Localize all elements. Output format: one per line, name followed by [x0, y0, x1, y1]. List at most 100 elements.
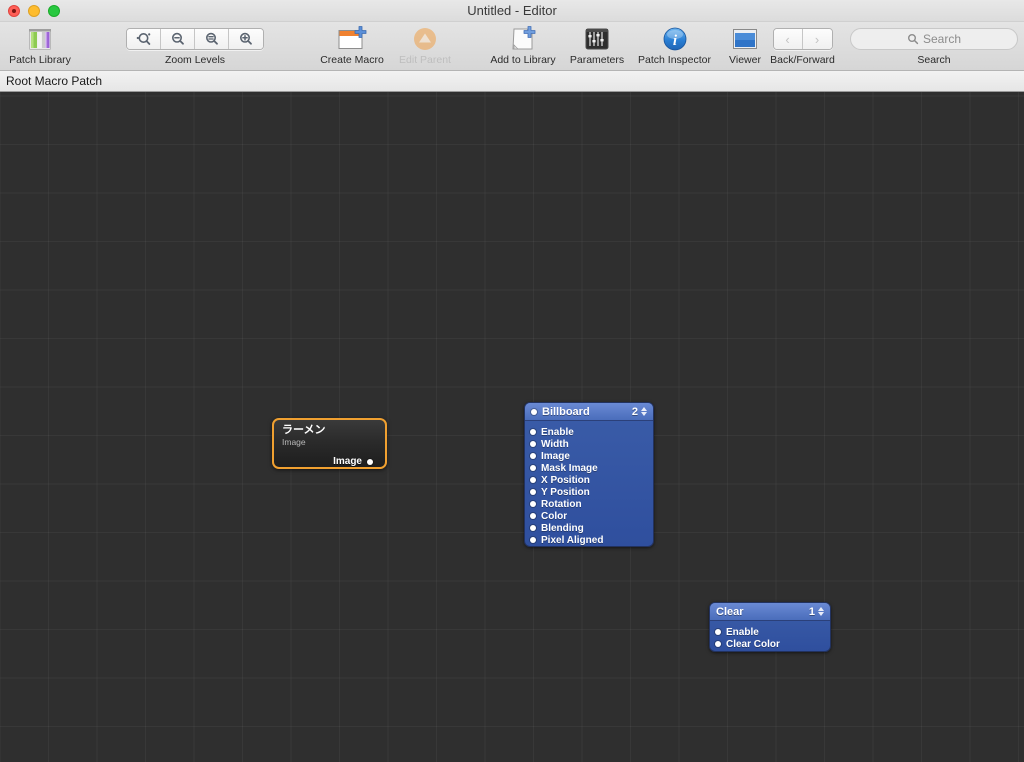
search-field-wrapper: Search	[850, 24, 1018, 54]
search-icon	[907, 34, 919, 45]
input-port-label: Width	[541, 438, 569, 450]
patch-billboard-input-ports: Enable Width Image Mask Image X Position	[525, 421, 653, 546]
patch-billboard-header[interactable]: Billboard 2	[525, 403, 653, 421]
input-port-label: Pixel Aligned	[541, 534, 604, 546]
input-port-row[interactable]: Blending	[525, 522, 653, 534]
toolbar-label-back-forward: Back/Forward	[770, 54, 835, 66]
chevron-left-icon: ‹	[785, 31, 790, 47]
input-port-row[interactable]: Width	[525, 438, 653, 450]
input-port-row[interactable]: Enable	[525, 426, 653, 438]
breadcrumb[interactable]: Root Macro Patch	[0, 71, 1024, 92]
input-port-dot[interactable]	[530, 465, 536, 471]
output-port-dot[interactable]	[367, 458, 373, 465]
patch-clear-header[interactable]: Clear 1	[710, 603, 830, 621]
input-port-dot[interactable]	[530, 489, 536, 495]
toolbar-label-search: Search	[917, 54, 951, 66]
toolbar-item-search: Search Search	[848, 22, 1020, 71]
toolbar-item-edit-parent: Edit Parent	[392, 22, 458, 71]
chevron-right-icon: ›	[814, 31, 820, 47]
patch-ramen-subtitle: Image	[282, 437, 306, 447]
toolbar-label-patch-inspector: Patch Inspector	[638, 54, 711, 66]
input-port-dot[interactable]	[530, 477, 536, 483]
patch-billboard-count: 2	[631, 405, 638, 418]
zoom-group-icon	[126, 24, 264, 54]
page-plus-icon	[508, 24, 538, 54]
zoom-out-button[interactable]	[161, 29, 195, 49]
books-icon	[25, 24, 55, 54]
window-title: Untitled - Editor	[467, 3, 557, 18]
toolbar-item-back-forward: ‹ › Back/Forward	[765, 22, 840, 71]
input-port-dot[interactable]	[530, 429, 536, 435]
toolbar-label-patch-library: Patch Library	[9, 54, 71, 66]
search-placeholder: Search	[922, 32, 962, 46]
back-forward-segmented-control[interactable]: ‹ ›	[772, 28, 833, 50]
patch-billboard-title: Billboard	[542, 405, 590, 418]
toolbar-label-zoom-levels: Zoom Levels	[164, 54, 226, 66]
patch-ramen[interactable]: ラーメン Image Image	[272, 418, 387, 469]
editor-window: Untitled - Editor Patch Library Zoom Lev…	[0, 0, 1024, 762]
patch-clear-input-ports: Enable Clear Color	[710, 621, 830, 651]
patch-clear-count: 1	[808, 605, 815, 618]
input-port-row[interactable]: Y Position	[525, 486, 653, 498]
zoom-in-button[interactable]	[229, 29, 263, 49]
toolbar-item-patch-inspector[interactable]: i Patch Inspector	[628, 22, 721, 71]
search-input[interactable]: Search	[850, 28, 1018, 50]
back-button[interactable]: ‹	[773, 29, 803, 49]
input-port-dot[interactable]	[530, 453, 536, 459]
patch-clear-stepper[interactable]	[818, 607, 824, 616]
input-port-dot[interactable]	[530, 513, 536, 519]
zoom-segmented-control[interactable]	[126, 28, 264, 50]
input-port-label: X Position	[541, 474, 590, 486]
input-port-row[interactable]: Pixel Aligned	[525, 534, 653, 546]
zoom-to-fit-button[interactable]	[127, 29, 161, 49]
input-port-label: Enable	[541, 426, 574, 438]
sliders-icon	[583, 24, 611, 54]
input-port-row[interactable]: Mask Image	[525, 462, 653, 474]
input-port-row[interactable]: Clear Color	[710, 638, 830, 650]
input-port-dot[interactable]	[715, 641, 721, 647]
toolbar-label-add-to-library: Add to Library	[490, 54, 556, 66]
input-port-dot[interactable]	[530, 441, 536, 447]
patch-billboard[interactable]: Billboard 2 Enable Width Image Mask Imag…	[524, 402, 654, 547]
input-port-label: Image	[541, 450, 570, 462]
patch-billboard-stepper[interactable]	[641, 407, 647, 416]
info-circle-icon: i	[662, 24, 688, 54]
toolbar-label-parameters: Parameters	[569, 54, 625, 66]
stepper-down-icon[interactable]	[641, 412, 647, 416]
input-port-label: Blending	[541, 522, 584, 534]
toolbar-item-zoom-levels: Zoom Levels	[110, 22, 280, 71]
toolbar-label-create-macro: Create Macro	[320, 54, 384, 66]
patch-canvas[interactable]: ラーメン Image Image Billboard 2 Enable Widt…	[0, 92, 1024, 762]
toolbar-item-patch-library[interactable]: Patch Library	[6, 22, 74, 71]
input-port-dot[interactable]	[530, 525, 536, 531]
input-port-row[interactable]: Color	[525, 510, 653, 522]
toolbar-item-viewer[interactable]: Viewer	[721, 22, 769, 71]
stepper-down-icon[interactable]	[818, 612, 824, 616]
zoom-actual-size-button[interactable]	[195, 29, 229, 49]
title-bar: Untitled - Editor	[0, 0, 1024, 22]
input-port-row[interactable]: Image	[525, 450, 653, 462]
input-port-row[interactable]: Enable	[710, 626, 830, 638]
patch-clear[interactable]: Clear 1 Enable Clear Color	[709, 602, 831, 652]
patch-ramen-output-label: Image	[333, 456, 362, 467]
toolbar-item-add-to-library[interactable]: Add to Library	[478, 22, 568, 71]
patch-ramen-title: ラーメン	[282, 424, 326, 436]
input-port-dot[interactable]	[715, 629, 721, 635]
input-port-row[interactable]: Rotation	[525, 498, 653, 510]
toolbar-item-parameters[interactable]: Parameters	[566, 22, 628, 71]
input-port-label: Clear Color	[726, 638, 780, 650]
toolbar-label-edit-parent: Edit Parent	[399, 54, 451, 66]
patch-ramen-output-image[interactable]: Image	[274, 456, 385, 467]
chevron-pair-icon: ‹ ›	[772, 24, 833, 54]
stepper-up-icon[interactable]	[641, 407, 647, 411]
input-port-dot[interactable]	[530, 537, 536, 543]
forward-button[interactable]: ›	[802, 29, 832, 49]
input-port-row[interactable]: X Position	[525, 474, 653, 486]
stepper-up-icon[interactable]	[818, 607, 824, 611]
patch-billboard-output-port-dot[interactable]	[531, 408, 537, 415]
input-port-label: Color	[541, 510, 568, 522]
input-port-label: Mask Image	[541, 462, 598, 474]
input-port-dot[interactable]	[530, 501, 536, 507]
toolbar-item-create-macro[interactable]: Create Macro	[312, 22, 392, 71]
window-plus-icon	[336, 24, 368, 54]
